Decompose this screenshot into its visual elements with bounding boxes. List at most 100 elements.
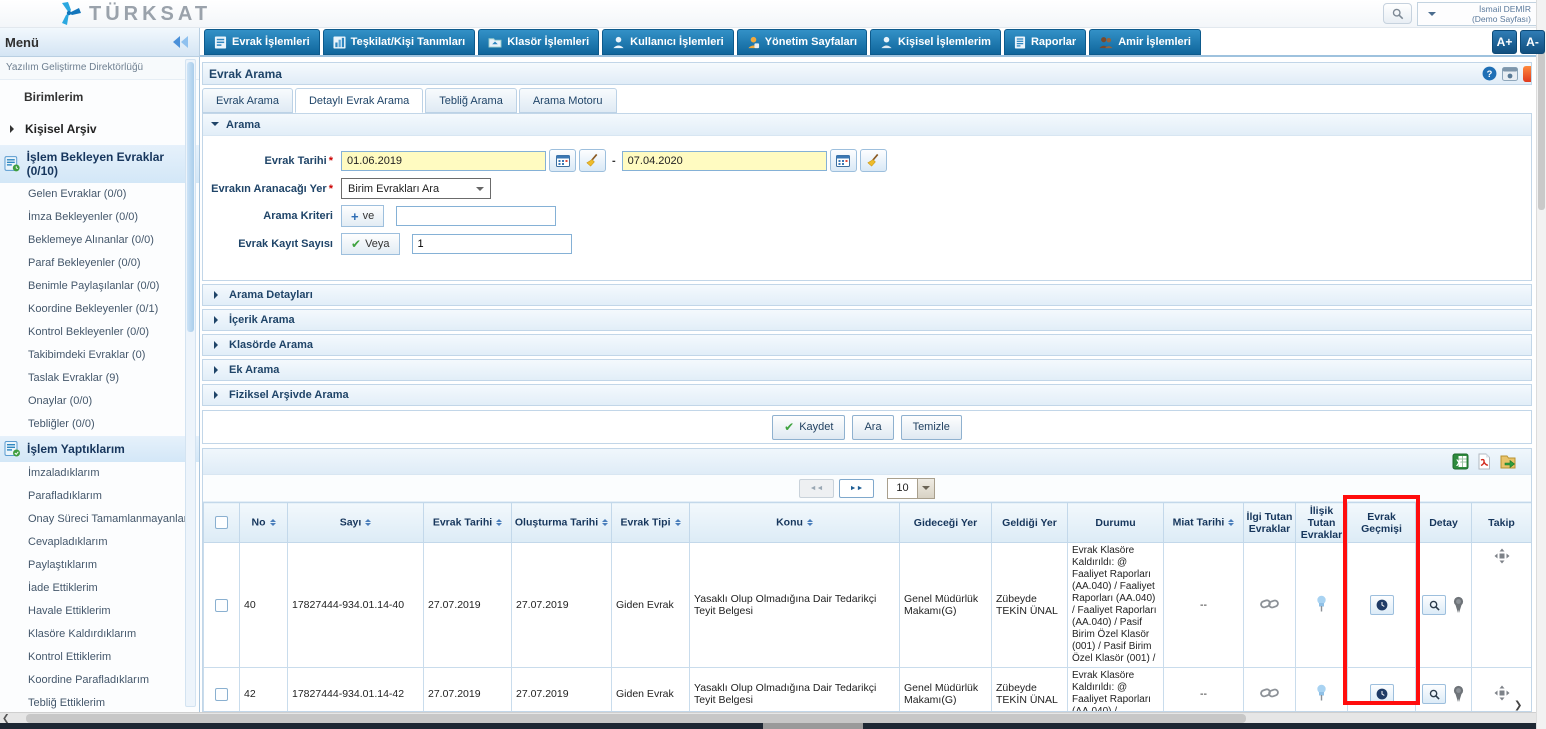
font-decrease-button[interactable]: A- — [1520, 30, 1545, 54]
sort-icon[interactable] — [807, 516, 813, 529]
sidebar-group-islem-yaptiklarim[interactable]: İşlem Yaptıklarım — [0, 436, 199, 462]
excel-export-icon[interactable]: X — [1452, 453, 1469, 470]
tab-teblig-arama[interactable]: Tebliğ Arama — [425, 88, 517, 113]
nav-tab-yonetim-sayfalari[interactable]: Yönetim Sayfaları — [737, 29, 867, 55]
accordion-ek-arama[interactable]: Ek Arama — [202, 359, 1532, 381]
horizontal-scrollbar[interactable]: ❮ — [0, 712, 1546, 723]
sidebar-item[interactable]: Tebliğ Ettiklerim — [0, 692, 199, 712]
sort-icon[interactable] — [365, 516, 371, 529]
sidebar-item[interactable]: Klasöre Kaldırdıklarım — [0, 623, 199, 646]
sidebar-item[interactable]: Onay Süreci Tamamlanmayanlar — [0, 508, 199, 531]
accordion-klasorde-arama[interactable]: Klasörde Arama — [202, 334, 1532, 356]
accordion-arama-detaylari[interactable]: Arama Detayları — [202, 284, 1532, 306]
sidebar-group-islem-bekleyen[interactable]: İşlem Bekleyen Evraklar (0/10) — [0, 145, 199, 183]
tab-evrak-arama[interactable]: Evrak Arama — [202, 88, 293, 113]
sidebar-item[interactable]: Havale Ettiklerim — [0, 600, 199, 623]
evrak-tarihi-end-input[interactable] — [622, 151, 827, 171]
sidebar-item[interactable]: Onaylar (0/0) — [0, 390, 199, 413]
nav-tab-amir-islemleri[interactable]: Amir İşlemleri — [1089, 29, 1201, 55]
pagination-prev-button[interactable]: ◄◄ — [799, 479, 834, 498]
sidebar-item[interactable]: Takibimdeki Evraklar (0) — [0, 344, 199, 367]
sidebar-item[interactable]: Kontrol Bekleyenler (0/0) — [0, 321, 199, 344]
kaydet-button[interactable]: ✔ Kaydet — [772, 415, 845, 440]
sidebar-item-kisisel-arsiv[interactable]: Kişisel Arşiv — [0, 113, 199, 145]
sort-icon[interactable] — [1228, 516, 1234, 529]
related-documents-link-icon[interactable] — [1260, 597, 1279, 611]
sidebar-item[interactable]: Koordine Bekleyenler (0/1) — [0, 298, 199, 321]
sidebar-item[interactable]: Benimle Paylaşılanlar (0/0) — [0, 275, 199, 298]
evrak-gecmisi-history-button[interactable] — [1370, 684, 1394, 704]
detay-button[interactable] — [1422, 684, 1446, 704]
column-header-evrak-tarihi[interactable]: Evrak Tarihi — [424, 503, 512, 543]
collapse-menu-button[interactable] — [172, 35, 189, 49]
vertical-scrollbar[interactable] — [1536, 0, 1546, 729]
detay-button[interactable] — [1422, 595, 1446, 615]
sidebar-item[interactable]: Cevapladıklarım — [0, 531, 199, 554]
sidebar-item-birimlerim[interactable]: Birimlerim — [0, 80, 199, 113]
evrak-tarihi-start-input[interactable] — [341, 151, 546, 171]
column-header-olusturma-tarihi[interactable]: Oluşturma Tarihi — [512, 503, 612, 543]
ve-operator-button[interactable]: + ve — [341, 205, 384, 227]
ribbon-icon[interactable] — [1452, 596, 1465, 614]
sort-icon[interactable] — [496, 516, 502, 529]
sidebar-item[interactable]: Tebliğler (0/0) — [0, 413, 199, 436]
attached-documents-pin-icon[interactable] — [1315, 684, 1328, 702]
row-checkbox[interactable] — [215, 599, 228, 612]
arama-kriteri-input[interactable] — [396, 206, 556, 226]
horizontal-scrollbar-thumb[interactable] — [26, 714, 1246, 723]
veya-operator-button[interactable]: ✔ Veya — [341, 233, 400, 255]
sidebar-item[interactable]: İmzaladıklarım — [0, 462, 199, 485]
sidebar-item[interactable]: Parafladıklarım — [0, 485, 199, 508]
ribbon-icon[interactable] — [1452, 685, 1465, 703]
sort-icon[interactable] — [602, 516, 608, 529]
sidebar-item[interactable]: İade Ettiklerim — [0, 577, 199, 600]
temizle-button[interactable]: Temizle — [901, 415, 962, 440]
aranacak-yer-select[interactable]: Birim Evrakları Ara — [341, 178, 491, 199]
pagination-next-button[interactable]: ►► — [839, 479, 874, 498]
help-icon[interactable]: ? — [1482, 66, 1497, 81]
column-header-no[interactable]: No — [240, 503, 288, 543]
sidebar-item[interactable]: Beklemeye Alınanlar (0/0) — [0, 229, 199, 252]
nav-tab-teskilat-kisi[interactable]: Teşkilat/Kişi Tanımları — [323, 29, 476, 55]
takip-move-icon[interactable] — [1494, 685, 1510, 701]
header-search-button[interactable] — [1383, 3, 1412, 24]
column-header-miat-tarihi[interactable]: Miat Tarihi — [1164, 503, 1244, 543]
sidebar-item[interactable]: İmza Bekleyenler (0/0) — [0, 206, 199, 229]
nav-tab-kullanici-islemleri[interactable]: Kullanıcı İşlemleri — [602, 29, 734, 55]
sidebar-item[interactable]: Paraf Bekleyenler (0/0) — [0, 252, 199, 275]
table-scroll-right-arrow[interactable]: ❯ — [1514, 700, 1522, 711]
sidebar-item[interactable]: Gelen Evraklar (0/0) — [0, 183, 199, 206]
nav-tab-klasor-islemleri[interactable]: Klasör İşlemleri — [478, 29, 599, 55]
clear-date-button[interactable] — [579, 149, 606, 172]
window-icon[interactable] — [1502, 67, 1518, 81]
exit-icon[interactable] — [1523, 66, 1532, 82]
calendar-button[interactable] — [549, 149, 576, 172]
tab-detayli-evrak-arama[interactable]: Detaylı Evrak Arama — [295, 88, 423, 113]
column-header-evrak-tipi[interactable]: Evrak Tipi — [612, 503, 690, 543]
sidebar-scrollbar[interactable] — [185, 59, 196, 707]
sidebar-item[interactable]: Paylaştıklarım — [0, 554, 199, 577]
page-size-select[interactable]: 10 — [887, 478, 935, 499]
sidebar-item[interactable]: Taslak Evraklar (9) — [0, 367, 199, 390]
sort-icon[interactable] — [270, 516, 276, 529]
calendar-button[interactable] — [830, 149, 857, 172]
accordion-arama[interactable]: Arama — [203, 114, 1531, 136]
user-menu[interactable]: İsmail DEMİR (Demo Sayfası) — [1417, 2, 1537, 26]
clear-date-button[interactable] — [860, 149, 887, 172]
ara-button[interactable]: Ara — [852, 415, 893, 440]
nav-tab-evrak-islemleri[interactable]: Evrak İşlemleri — [204, 29, 320, 55]
select-all-checkbox[interactable] — [215, 516, 228, 529]
vertical-scrollbar-thumb[interactable] — [1538, 30, 1545, 210]
sort-icon[interactable] — [675, 516, 681, 529]
column-header-sayi[interactable]: Sayı — [288, 503, 424, 543]
sidebar-item[interactable]: Koordine Parafladıklarım — [0, 669, 199, 692]
evrak-kayit-input[interactable] — [412, 234, 572, 254]
nav-tab-kisisel-islemlerim[interactable]: Kişisel İşlemlerim — [870, 29, 1001, 55]
accordion-icerik-arama[interactable]: İçerik Arama — [202, 309, 1532, 331]
export-folder-icon[interactable] — [1499, 454, 1517, 470]
row-checkbox[interactable] — [215, 688, 228, 701]
sidebar-item[interactable]: Kontrol Ettiklerim — [0, 646, 199, 669]
tab-arama-motoru[interactable]: Arama Motoru — [519, 88, 617, 113]
accordion-fiziksel-arsivde-arama[interactable]: Fiziksel Arşivde Arama — [202, 384, 1532, 406]
sidebar-scrollbar-thumb[interactable] — [187, 62, 194, 332]
